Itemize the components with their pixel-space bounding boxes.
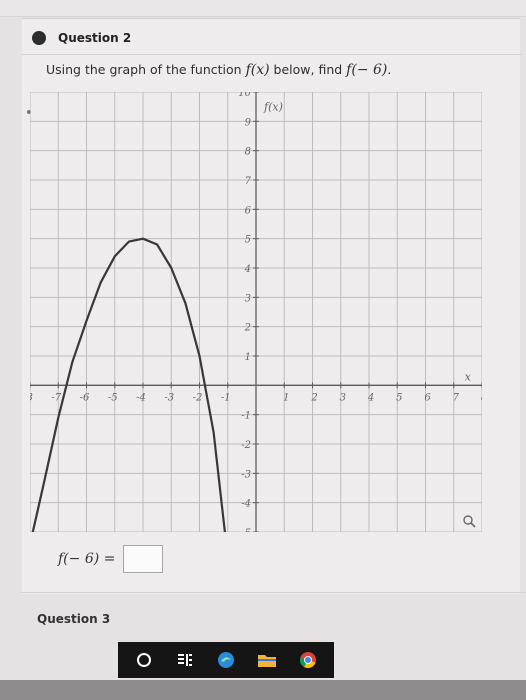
function-graph: -8 -7 -6 -5 -4 -3 -2 -1 1 2 3 4 5 6 7 8 10 9 8 7 6 5 4 3 2 1 -1 -2 -… bbox=[30, 92, 482, 532]
x-tick-label: -3 bbox=[164, 392, 174, 403]
x-tick-label: 5 bbox=[396, 392, 402, 403]
prompt-suffix: . bbox=[387, 62, 392, 77]
x-tick-label: -4 bbox=[136, 392, 146, 403]
question-bullet-icon bbox=[32, 31, 46, 45]
x-tick-label: 3 bbox=[340, 392, 346, 403]
taskbar bbox=[118, 642, 334, 678]
y-tick-label: 7 bbox=[245, 176, 252, 187]
y-tick-label: 6 bbox=[245, 205, 252, 216]
x-tick-label: -2 bbox=[193, 392, 203, 403]
graph-axes bbox=[30, 92, 482, 532]
x-axis-label: x bbox=[465, 370, 472, 383]
x-tick-label: -7 bbox=[51, 392, 61, 403]
prompt-prefix: Using the graph of the function bbox=[46, 62, 246, 77]
y-tick-label: 1 bbox=[245, 352, 251, 363]
y-tick-label: -5 bbox=[241, 528, 251, 532]
x-tick-label: -1 bbox=[221, 392, 231, 403]
y-tick-label: -1 bbox=[241, 411, 251, 422]
search-circle-icon[interactable] bbox=[133, 649, 155, 671]
edge-icon[interactable] bbox=[215, 649, 237, 671]
y-tick-label: 4 bbox=[244, 264, 251, 275]
x-tick-label: 4 bbox=[367, 392, 374, 403]
monitor-bezel bbox=[0, 680, 526, 700]
x-tick-label: -5 bbox=[108, 392, 118, 403]
x-tick-label: 8 bbox=[481, 392, 482, 403]
question-title: Question 2 bbox=[58, 31, 132, 45]
prompt-function: f(x) bbox=[245, 62, 270, 78]
next-question-title: Question 3 bbox=[37, 612, 111, 626]
answer-input[interactable] bbox=[123, 545, 164, 573]
x-tick-label: -6 bbox=[80, 392, 90, 403]
zoom-icon[interactable] bbox=[463, 515, 476, 528]
graph-axis-labels: f(x) x bbox=[263, 101, 472, 384]
question-header: Question 2 bbox=[22, 24, 131, 52]
prompt-target: f(− 6) bbox=[346, 62, 388, 78]
x-tick-label: 2 bbox=[310, 392, 317, 403]
answer-label: f(− 6) = bbox=[58, 551, 116, 567]
y-tick-label: 3 bbox=[245, 293, 251, 304]
section-divider bbox=[22, 592, 526, 593]
x-tick-label: 7 bbox=[453, 392, 460, 403]
zoom-lens bbox=[463, 515, 473, 525]
y-tick-label: 10 bbox=[238, 92, 251, 99]
answer-row: f(− 6) = bbox=[58, 545, 164, 573]
task-view-icon[interactable] bbox=[174, 649, 196, 671]
file-explorer-icon[interactable] bbox=[256, 649, 278, 671]
x-tick-label: -8 bbox=[30, 392, 33, 403]
top-strip bbox=[0, 0, 526, 17]
question-prompt: Using the graph of the function f(x) bel… bbox=[46, 62, 391, 78]
y-tick-label: 5 bbox=[245, 235, 251, 246]
y-tick-label: 9 bbox=[245, 117, 252, 128]
zoom-handle bbox=[470, 522, 476, 528]
prompt-middle: below, find bbox=[269, 62, 347, 77]
y-tick-label: 2 bbox=[244, 323, 251, 334]
x-tick-label: 1 bbox=[283, 392, 289, 403]
header-divider bbox=[22, 54, 522, 55]
chrome-icon[interactable] bbox=[297, 649, 319, 671]
y-tick-label: -2 bbox=[241, 440, 251, 451]
x-tick-label: 6 bbox=[424, 392, 431, 403]
y-tick-label: 8 bbox=[245, 147, 251, 158]
y-tick-label: -4 bbox=[241, 499, 251, 510]
y-tick-label: -3 bbox=[241, 469, 251, 480]
y-axis-label: f(x) bbox=[263, 101, 283, 114]
